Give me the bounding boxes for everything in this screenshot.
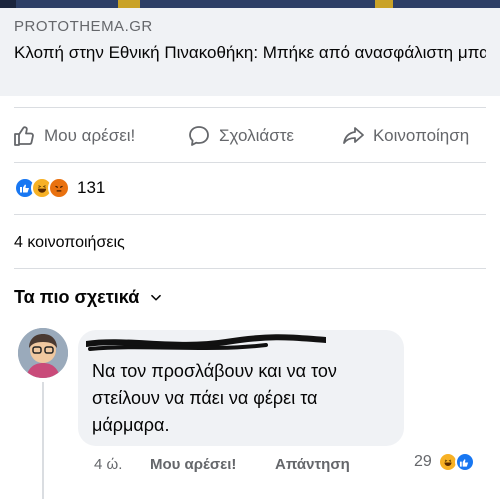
comment-icon [189,126,209,146]
reaction-count: 131 [77,178,106,197]
post-actions-bar: Μου αρέσει! Σχολιάστε Κοινοποίηση [0,118,500,154]
reactions-summary[interactable]: 131 [14,177,105,199]
comment-text: Να τον προσλάβουν και να τον στείλουν να… [92,361,337,435]
like-button-label: Μου αρέσει! [44,126,136,145]
header-image-strip [0,0,500,8]
share-arrow-icon [343,127,364,144]
comment-button[interactable]: Σχολιάστε [187,124,294,148]
comment-sort-dropdown[interactable]: Τα πιο σχετικά [14,287,163,308]
comment-reply-button[interactable]: Απάντηση [275,456,350,473]
comment-sort-label: Τα πιο σχετικά [14,287,140,307]
link-domain: PROTOTHEMA.GR [14,18,153,35]
comment-bubble[interactable]: Να τον προσλάβουν και να τον στείλουν να… [78,330,404,446]
comment-reactions[interactable]: 29 [414,452,475,472]
angry-icon [48,177,70,199]
link-preview-card[interactable]: PROTOTHEMA.GR Κλοπή στην Εθνική Πινακοθή… [0,8,500,96]
divider [14,107,486,108]
like-button[interactable]: Μου αρέσει! [12,124,135,148]
divider [14,268,486,269]
divider [14,214,486,215]
comment-button-label: Σχολιάστε [219,126,294,145]
avatar[interactable] [18,328,68,378]
shares-count[interactable]: 4 κοινοποιήσεις [14,234,125,252]
divider [14,162,486,163]
redaction-scribble [86,334,326,351]
share-button[interactable]: Κοινοποίηση [341,124,469,148]
link-title[interactable]: Κλοπή στην Εθνική Πινακοθήκη: Μπήκε από … [14,42,486,64]
share-button-label: Κοινοποίηση [373,126,470,145]
like-icon [454,452,475,472]
comment-reaction-count: 29 [414,453,432,470]
chevron-down-icon [151,294,162,301]
thumbs-up-icon [14,126,34,146]
comment-like-button[interactable]: Μου αρέσει! [150,456,236,473]
comment-timestamp[interactable]: 4 ώ. [94,456,122,473]
thread-line [42,382,44,499]
